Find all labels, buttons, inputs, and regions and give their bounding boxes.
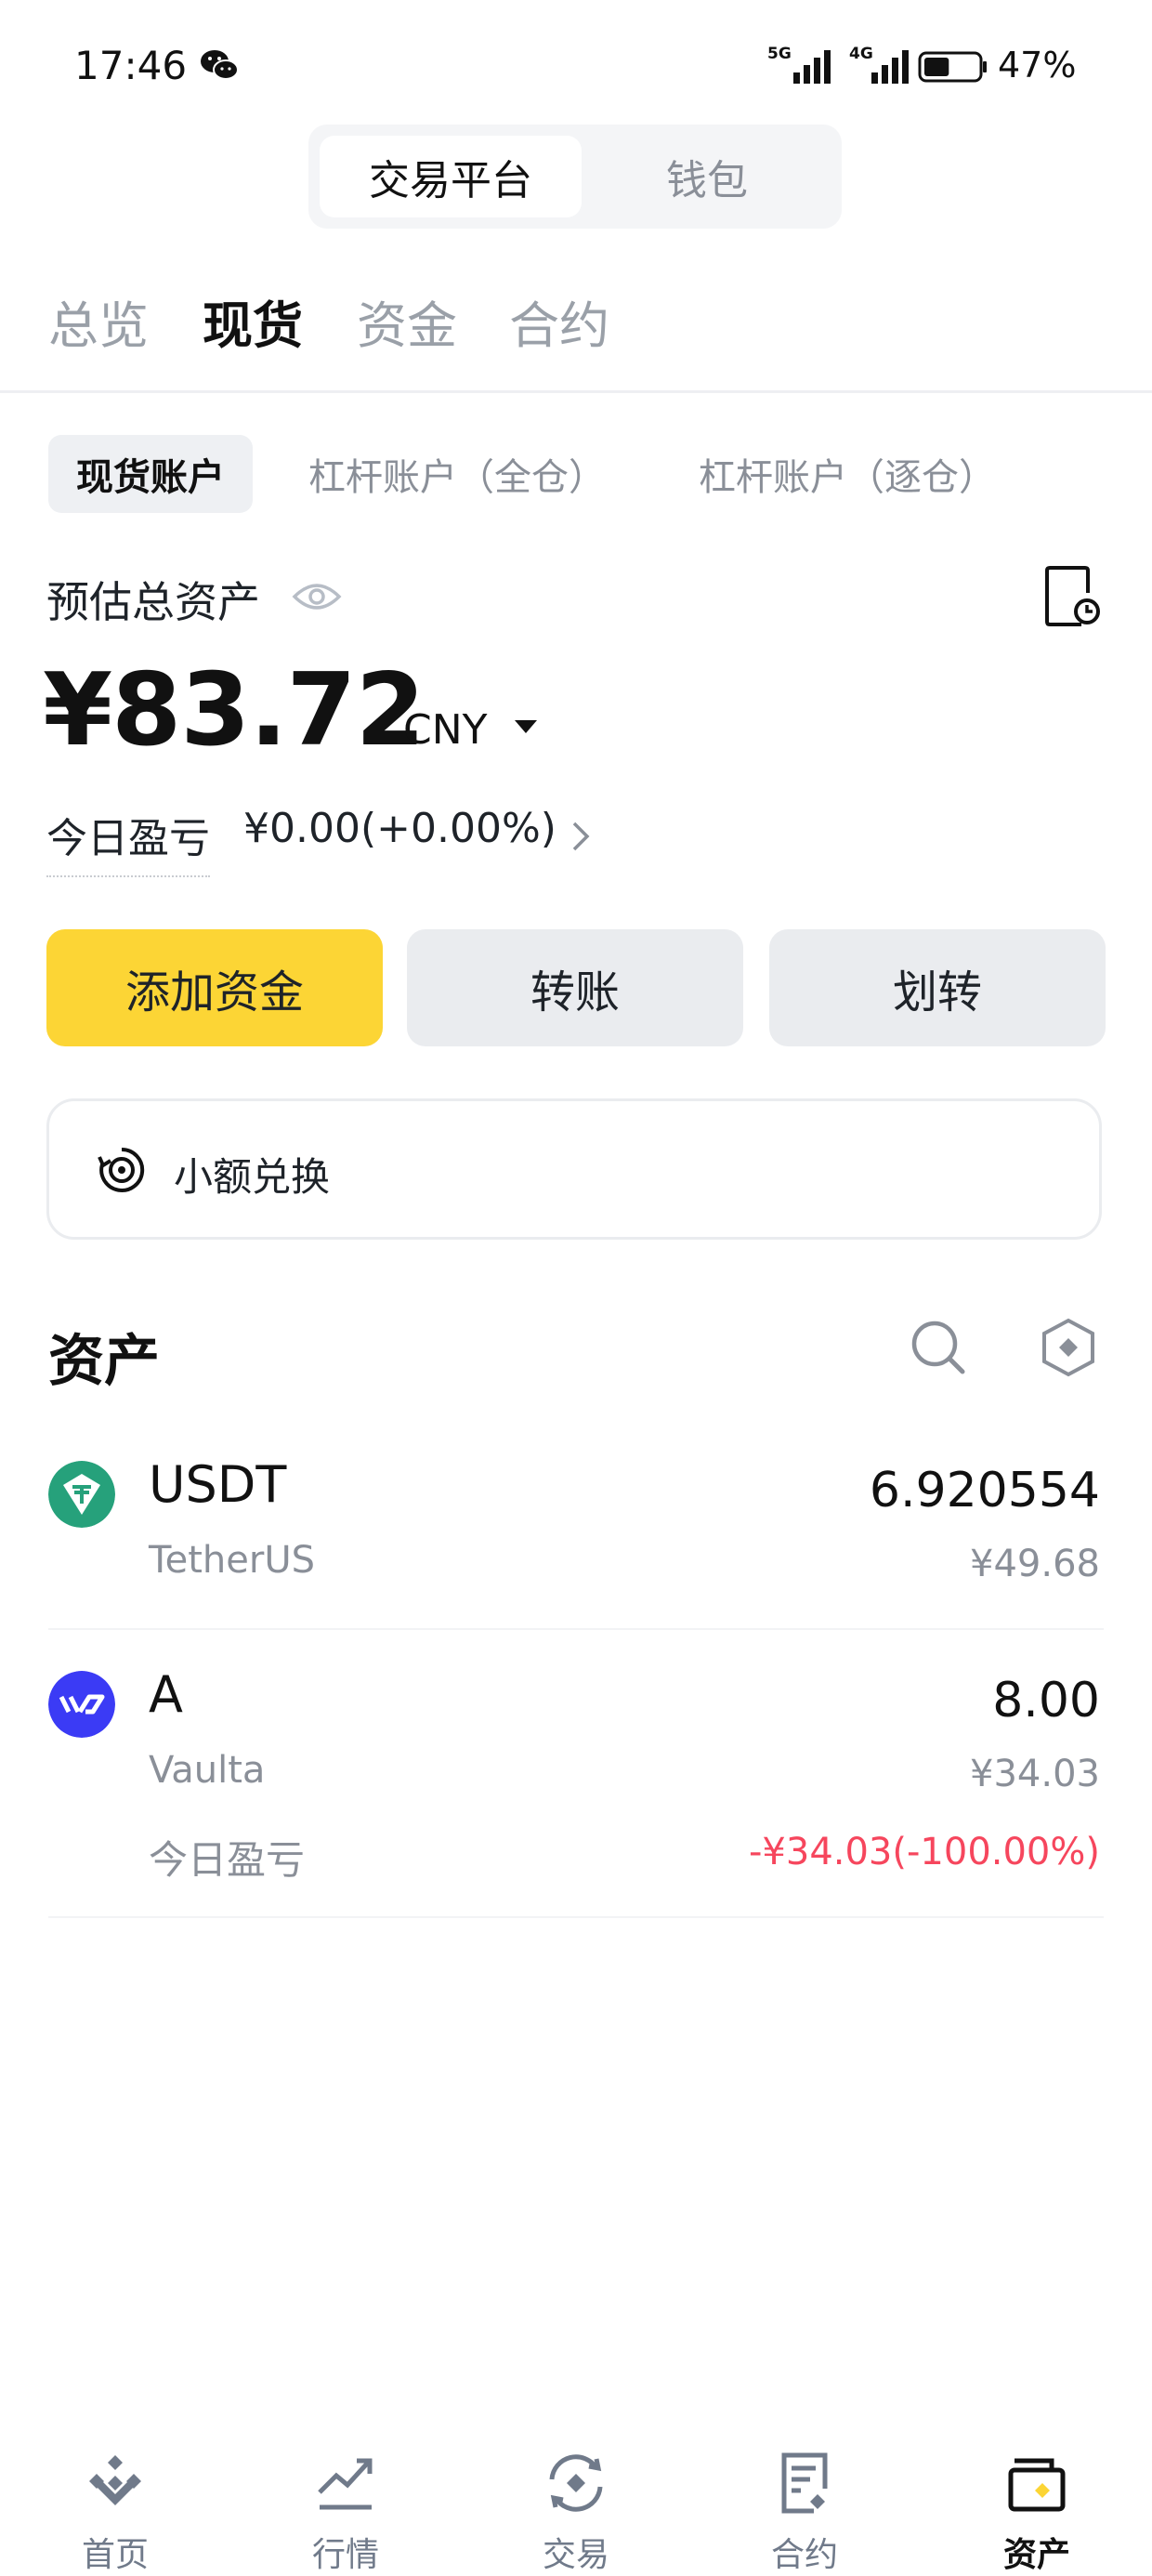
platform-switch: 交易平台 钱包	[308, 125, 842, 229]
futures-icon	[781, 2452, 828, 2514]
assets-title: 资产	[48, 1329, 160, 1394]
battery-percent: 47%	[998, 45, 1077, 85]
estimated-assets-label: 预估总资产	[46, 577, 260, 627]
nav-label: 交易	[542, 2536, 609, 2574]
nav-assets[interactable]: 资产	[962, 2444, 1111, 2576]
asset-name: TetherUS	[149, 1539, 316, 1582]
market-icon	[318, 2458, 373, 2510]
today-pnl-value: ¥0.00(+0.00%)	[243, 805, 556, 852]
signal-4g: 4G	[849, 45, 918, 85]
platform-tab-exchange[interactable]: 交易平台	[320, 136, 582, 217]
subtab-spot-account[interactable]: 现货账户	[48, 435, 253, 513]
today-pnl-label: 今日盈亏	[46, 805, 210, 877]
nav-label: 首页	[81, 2536, 149, 2574]
tab-funding[interactable]: 资金	[357, 284, 457, 358]
subtab-margin-isolated[interactable]: 杠杆账户（逐仓）	[699, 435, 996, 513]
eye-icon[interactable]	[292, 576, 342, 617]
asset-name: Vaulta	[149, 1749, 266, 1792]
signal-5g: 5G	[767, 45, 836, 85]
currency-selector[interactable]: CNY	[403, 706, 488, 754]
caret-down-icon[interactable]	[513, 717, 539, 736]
asset-row-usdt[interactable]: USDT TetherUS 6.920554 ¥49.68	[0, 1450, 1152, 1626]
trade-icon	[549, 2454, 603, 2512]
row-divider	[48, 1628, 1104, 1630]
tabs-divider	[0, 390, 1152, 393]
nav-label: 资产	[1002, 2536, 1070, 2574]
battery-icon	[918, 51, 987, 83]
status-time: 17:46	[74, 43, 188, 88]
nav-markets[interactable]: 行情	[271, 2444, 420, 2576]
asset-pnl-label: 今日盈亏	[149, 1837, 306, 1883]
total-balance: ¥83.72	[43, 652, 425, 769]
internal-transfer-button[interactable]: 划转	[769, 929, 1106, 1046]
platform-tab-wallet[interactable]: 钱包	[582, 136, 832, 217]
wechat-icon	[201, 50, 239, 80]
tab-overview[interactable]: 总览	[48, 284, 149, 358]
chevron-right-icon[interactable]	[570, 818, 593, 855]
asset-symbol: USDT	[149, 1455, 287, 1514]
asset-fiat-value: ¥49.68	[970, 1543, 1100, 1585]
asset-row-a[interactable]: A Vaulta 8.00 ¥34.03 今日盈亏 -¥34.03(-100.0…	[0, 1660, 1152, 1901]
signal-bars-icon	[793, 50, 831, 84]
vaulta-coin-icon	[48, 1671, 115, 1738]
small-convert-button[interactable]: 小额兑换	[46, 1098, 1102, 1240]
tab-futures[interactable]: 合约	[509, 284, 609, 358]
nav-trade[interactable]: 交易	[502, 2444, 650, 2576]
add-funds-button[interactable]: 添加资金	[46, 929, 383, 1046]
history-icon[interactable]	[1044, 565, 1102, 626]
nav-home[interactable]: 首页	[41, 2444, 190, 2576]
nav-label: 行情	[311, 2536, 379, 2574]
asset-symbol: A	[149, 1665, 183, 1724]
row-divider	[48, 1916, 1104, 1918]
usdt-coin-icon	[48, 1461, 115, 1528]
search-icon[interactable]	[909, 1318, 968, 1377]
signal-5g-label: 5G	[767, 45, 792, 63]
convert-icon	[98, 1147, 145, 1192]
hexagon-settings-icon[interactable]	[1041, 1318, 1096, 1377]
tab-spot[interactable]: 现货	[203, 284, 303, 358]
signal-bars-icon	[871, 50, 909, 84]
asset-amount: 6.920554	[869, 1463, 1100, 1518]
asset-fiat-value: ¥34.03	[970, 1753, 1100, 1795]
small-convert-label: 小额兑换	[174, 1154, 331, 1200]
wallet-icon	[1008, 2458, 1066, 2512]
nav-futures[interactable]: 合约	[730, 2444, 879, 2576]
asset-amount: 8.00	[992, 1673, 1100, 1728]
nav-label: 合约	[770, 2536, 838, 2574]
subtab-margin-cross[interactable]: 杠杆账户（全仓）	[308, 435, 606, 513]
transfer-button[interactable]: 转账	[407, 929, 743, 1046]
asset-pnl-value: -¥34.03(-100.00%)	[748, 1831, 1100, 1873]
home-icon	[89, 2455, 141, 2505]
